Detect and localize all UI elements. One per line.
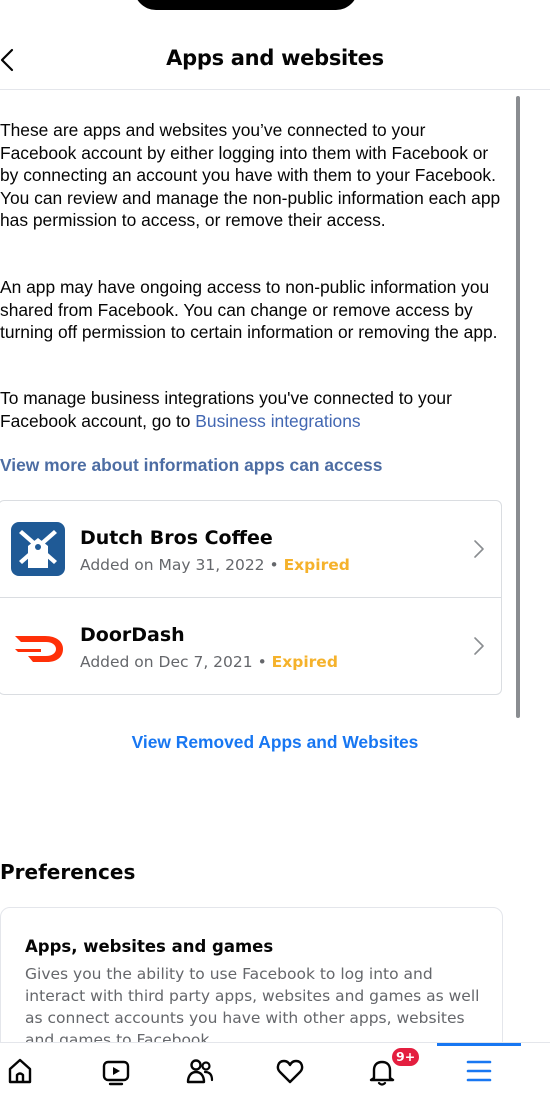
added-date-text: Added on Dec 7, 2021	[80, 653, 253, 671]
app-list: Dutch Bros Coffee Added on May 31, 2022 …	[0, 500, 502, 695]
meta-separator: •	[269, 556, 279, 574]
tab-home[interactable]	[0, 1053, 40, 1089]
chevron-right-icon	[474, 637, 484, 655]
tab-dating[interactable]	[270, 1053, 310, 1089]
bottom-tab-bar: 9+	[0, 1042, 550, 1094]
app-added-date: Added on Dec 7, 2021 • Expired	[80, 653, 338, 671]
app-row-doordash[interactable]: DoorDash Added on Dec 7, 2021 • Expired	[0, 598, 501, 694]
friends-icon	[186, 1059, 214, 1084]
view-more-info-link[interactable]: View more about information apps can acc…	[0, 455, 382, 476]
notification-badge: 9+	[390, 1046, 422, 1068]
access-paragraph: An app may have ongoing access to non-pu…	[0, 277, 498, 342]
pref-card-description: Gives you the ability to use Facebook to…	[25, 965, 480, 1049]
app-name: DoorDash	[80, 624, 185, 646]
app-name: Dutch Bros Coffee	[80, 527, 273, 549]
view-removed-apps-link[interactable]: View Removed Apps and Websites	[0, 732, 550, 753]
home-icon	[8, 1058, 32, 1084]
dating-heart-icon	[276, 1059, 304, 1084]
chevron-right-icon	[474, 540, 484, 558]
pref-card-title: Apps, websites and games	[25, 937, 274, 956]
tab-menu[interactable]	[459, 1053, 499, 1089]
tab-video[interactable]	[96, 1053, 136, 1089]
windmill-icon	[11, 522, 65, 576]
status-badge: Expired	[283, 556, 350, 574]
app-added-date: Added on May 31, 2022 • Expired	[80, 556, 350, 574]
page-header: Apps and websites	[0, 30, 550, 90]
meta-separator: •	[257, 653, 267, 671]
page-title: Apps and websites	[166, 46, 384, 70]
menu-icon	[466, 1060, 492, 1082]
active-tab-indicator	[437, 1043, 521, 1046]
scrollbar[interactable]	[516, 96, 520, 718]
status-badge: Expired	[271, 653, 338, 671]
tab-friends[interactable]	[180, 1053, 220, 1089]
added-date-text: Added on May 31, 2022	[80, 556, 265, 574]
app-row-dutch-bros[interactable]: Dutch Bros Coffee Added on May 31, 2022 …	[0, 501, 501, 598]
device-notch	[134, 0, 358, 10]
doordash-icon	[15, 636, 63, 662]
tab-notifications[interactable]: 9+	[362, 1046, 422, 1089]
business-paragraph: To manage business integrations you've c…	[0, 387, 505, 432]
business-integrations-link[interactable]: Business integrations	[195, 411, 360, 431]
video-icon	[102, 1060, 130, 1086]
preferences-heading: Preferences	[0, 860, 136, 884]
intro-paragraph: These are apps and websites you’ve conne…	[0, 120, 501, 230]
